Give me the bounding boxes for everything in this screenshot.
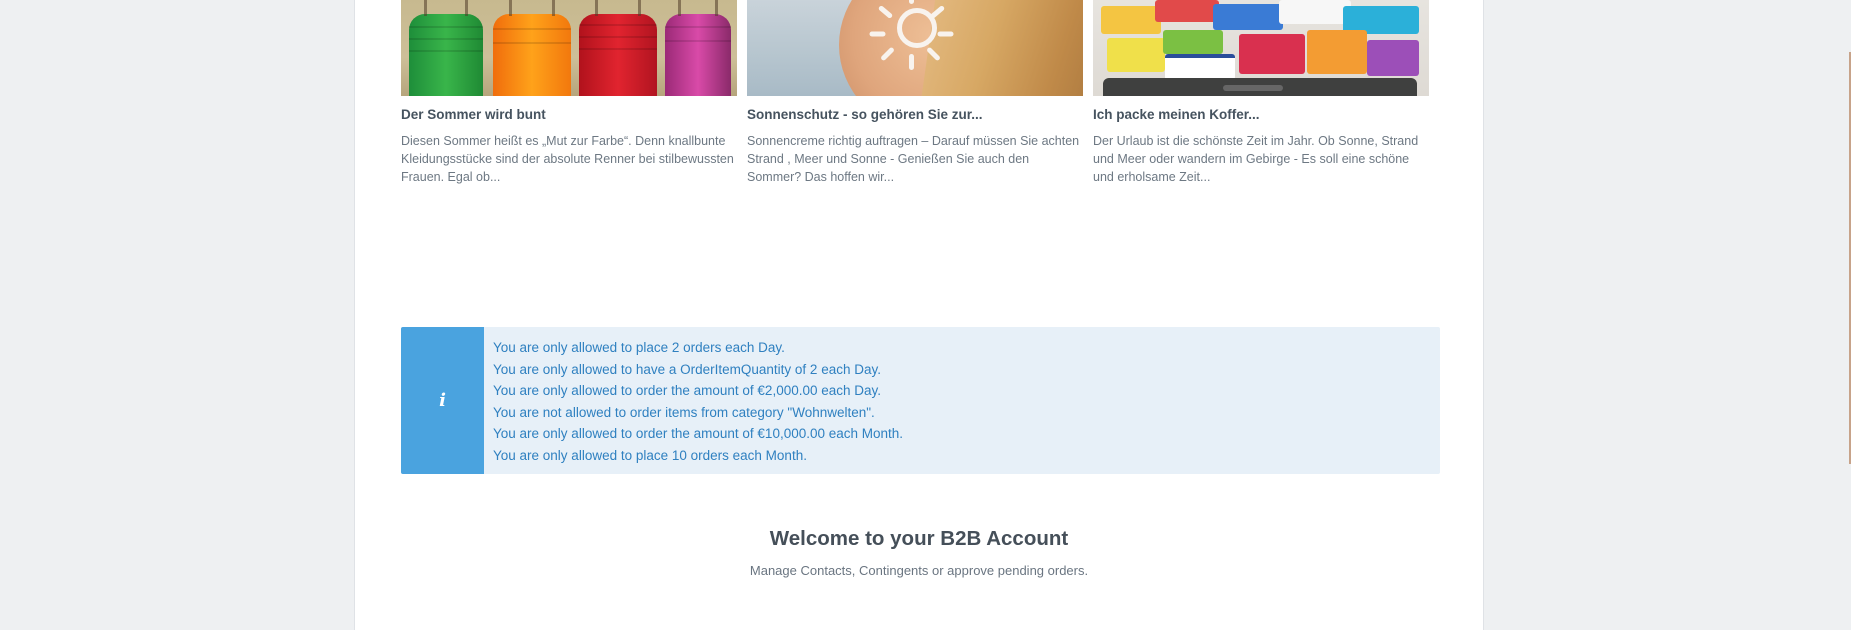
cloth — [1101, 6, 1161, 34]
cloth — [1213, 4, 1283, 30]
cloth — [1165, 54, 1235, 80]
blog-card[interactable]: Ich packe meinen Koffer... Der Urlaub is… — [1093, 0, 1429, 186]
sun-ray — [937, 31, 954, 37]
info-icon: i — [439, 389, 446, 411]
hair-shape — [920, 0, 1083, 96]
sun-ray — [869, 31, 886, 37]
welcome-title: Welcome to your B2B Account — [769, 527, 1069, 550]
cloth — [1107, 38, 1165, 72]
suitcase-handle — [1223, 85, 1283, 91]
alert-message: You are only allowed to place 10 orders … — [493, 447, 807, 463]
welcome-subtitle: Manage Contacts, Contingents or approve … — [749, 563, 1089, 578]
info-alert: i You are only allowed to place 2 orders… — [401, 327, 1440, 474]
dress-pink — [665, 0, 731, 96]
blog-title[interactable]: Sonnenschutz - so gehören Sie zur... — [747, 106, 1083, 124]
cloth — [1163, 30, 1223, 54]
alert-icon-box: i — [401, 327, 484, 474]
suitcase-image[interactable] — [1093, 0, 1429, 96]
alert-message: You are only allowed to place 2 orders e… — [493, 340, 785, 355]
alert-message: You are only allowed to order the amount… — [493, 426, 904, 441]
blog-title[interactable]: Der Sommer wird bunt — [401, 106, 737, 124]
page-content: Der Sommer wird bunt Diesen Sommer heißt… — [354, 0, 1484, 630]
dress-orange — [493, 0, 571, 96]
blog-title[interactable]: Ich packe meinen Koffer... — [1093, 106, 1429, 124]
blog-card[interactable]: Der Sommer wird bunt Diesen Sommer heißt… — [401, 0, 737, 186]
alert-message-list: You are only allowed to place 2 orders e… — [493, 337, 903, 466]
dress-red — [579, 0, 657, 96]
cloth — [1155, 0, 1219, 22]
cloth — [1307, 30, 1367, 74]
cloth — [1239, 34, 1305, 74]
dress-green — [409, 0, 483, 96]
dresses-image[interactable] — [401, 0, 737, 96]
sun-ray — [909, 54, 914, 70]
sunscreen-image[interactable] — [747, 0, 1083, 96]
blog-card[interactable]: Sonnenschutz - so gehören Sie zur... Son… — [747, 0, 1083, 186]
blog-teaser: Sonnencreme richtig auftragen – Darauf m… — [747, 134, 1080, 184]
blog-teaser: Der Urlaub ist die schönste Zeit im Jahr… — [1093, 134, 1419, 184]
alert-message: You are not allowed to order items from … — [493, 404, 875, 420]
cloth — [1367, 40, 1419, 76]
alert-message: You are only allowed to order the amount… — [493, 383, 882, 398]
blog-teaser: Diesen Sommer heißt es „Mut zur Farbe“. … — [401, 134, 734, 184]
cloth — [1279, 0, 1351, 24]
alert-message: You are only allowed to have a OrderItem… — [493, 361, 881, 377]
